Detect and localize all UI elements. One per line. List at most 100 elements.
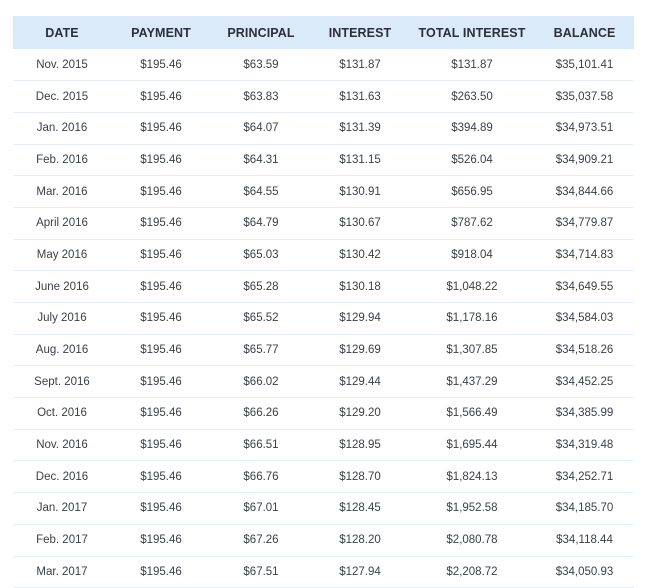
cell-balance: $34,050.93	[555, 565, 614, 578]
cell-interest: $127.94	[339, 565, 381, 578]
table-row: Oct. 2016 $195.46 $66.26 $129.20 $1,566.49 $3…	[13, 398, 634, 430]
cell-total-interest: $1,307.85	[446, 344, 498, 357]
cell-date: Dec. 2015	[35, 90, 89, 103]
table-row: Nov. 2015 $195.46 $63.59 $131.87 $131.87 $35,…	[13, 49, 634, 81]
cell-date: Oct. 2016	[37, 407, 87, 420]
cell-payment: $195.46	[140, 375, 182, 388]
cell-total-interest: $918.04	[451, 248, 493, 261]
cell-interest: $128.70	[339, 470, 381, 483]
cell-date: July 2016	[37, 312, 87, 325]
table-row: Mar. 2016 $195.46 $64.55 $130.91 $656.95 $34,…	[13, 176, 634, 208]
cell-balance: $35,037.58	[555, 90, 614, 103]
table-header: DATE PAYMENT PRINCIPAL INTEREST TOTAL IN…	[13, 16, 634, 49]
cell-payment: $195.46	[140, 534, 182, 547]
cell-interest: $131.63	[339, 90, 381, 103]
cell-payment: $195.46	[140, 344, 182, 357]
header-row: DATE PAYMENT PRINCIPAL INTEREST TOTAL IN…	[13, 16, 634, 49]
cell-principal: $64.55	[243, 185, 279, 198]
cell-payment: $195.46	[140, 122, 182, 135]
cell-payment: $195.46	[140, 217, 182, 230]
table-row: Jan. 2016 $195.46 $64.07 $131.39 $394.89 $34,…	[13, 112, 634, 145]
table-row: Mar. 2017 $195.46 $67.51 $127.94 $2,208.72 $3…	[13, 556, 634, 588]
cell-date: Nov. 2015	[36, 58, 88, 71]
cell-balance: $34,185.70	[555, 502, 614, 515]
cell-payment: $195.46	[140, 439, 182, 452]
cell-total-interest: $787.62	[451, 217, 493, 230]
cell-balance: $35,101.41	[555, 58, 614, 71]
cell-principal: $65.77	[243, 344, 279, 357]
cell-payment: $195.46	[140, 90, 182, 103]
cell-principal: $67.26	[243, 534, 279, 547]
cell-principal: $66.26	[243, 407, 279, 420]
cell-interest: $128.45	[339, 502, 381, 515]
cell-total-interest: $131.87	[451, 58, 493, 71]
cell-payment: $195.46	[140, 312, 182, 325]
table-row: May 2016 $195.46 $65.03 $130.42 $918.04 $34,7…	[13, 239, 634, 271]
cell-principal: $63.59	[243, 58, 279, 71]
table-row: July 2016 $195.46 $65.52 $129.94 $1,178.16 $3…	[13, 303, 634, 335]
cell-date: Feb. 2017	[36, 534, 88, 547]
cell-interest: $130.18	[339, 280, 381, 293]
cell-date: May 2016	[36, 248, 88, 261]
cell-interest: $128.20	[339, 534, 381, 547]
cell-payment: $195.46	[140, 280, 182, 293]
table-row: Dec. 2016 $195.46 $66.76 $128.70 $1,824.13 $3…	[13, 461, 634, 493]
cell-total-interest: $1,952.58	[446, 502, 498, 515]
cell-payment: $195.46	[140, 470, 182, 483]
table-row: Aug. 2016 $195.46 $65.77 $129.69 $1,307.85 $3…	[13, 334, 634, 366]
cell-date: Jan. 2016	[36, 122, 88, 135]
cell-balance: $34,385.99	[555, 407, 614, 420]
cell-total-interest: $1,566.49	[446, 407, 498, 420]
cell-date: Sept. 2016	[34, 375, 90, 388]
cell-interest: $128.95	[339, 439, 381, 452]
cell-principal: $65.28	[243, 280, 279, 293]
cell-total-interest: $1,695.44	[446, 439, 498, 452]
cell-total-interest: $656.95	[451, 185, 493, 198]
table-body: Nov. 2015 $195.46 $63.59 $131.87 $131.87 $35,…	[13, 49, 634, 588]
cell-date: Dec. 2016	[35, 470, 89, 483]
table-row: Dec. 2015 $195.46 $63.83 $131.63 $263.50 $35,…	[13, 81, 634, 113]
cell-balance: $34,118.44	[556, 534, 613, 547]
cell-date: Aug. 2016	[35, 344, 89, 357]
table-row: Feb. 2016 $195.46 $64.31 $131.15 $526.04 $34,…	[13, 144, 634, 176]
cell-principal: $63.83	[243, 90, 279, 103]
cell-total-interest: $2,208.72	[446, 565, 498, 578]
cell-principal: $64.79	[243, 217, 279, 230]
cell-balance: $34,584.03	[555, 312, 614, 325]
cell-interest: $131.39	[339, 122, 381, 135]
cell-payment: $195.46	[140, 58, 182, 71]
cell-interest: $129.20	[339, 407, 381, 420]
cell-interest: $131.87	[339, 58, 381, 71]
cell-balance: $34,973.51	[555, 122, 614, 135]
cell-date: Nov. 2016	[36, 439, 88, 452]
cell-payment: $195.46	[140, 185, 182, 198]
cell-principal: $66.51	[243, 439, 279, 452]
cell-principal: $65.52	[243, 312, 279, 325]
cell-total-interest: $1,048.22	[446, 280, 498, 293]
column-header-payment: PAYMENT	[131, 25, 191, 40]
cell-interest: $129.69	[339, 344, 381, 357]
cell-balance: $34,909.21	[555, 153, 614, 166]
column-header-principal: PRINCIPAL	[227, 25, 295, 40]
cell-balance: $34,319.48	[555, 439, 614, 452]
table-row: Sept. 2016 $195.46 $66.02 $129.44 $1,437.29 $…	[13, 366, 634, 398]
cell-interest: $129.94	[339, 312, 381, 325]
cell-payment: $195.46	[140, 248, 182, 261]
cell-total-interest: $394.89	[451, 122, 493, 135]
cell-total-interest: $1,824.13	[446, 470, 498, 483]
cell-payment: $195.46	[140, 407, 182, 420]
cell-interest: $130.67	[339, 217, 381, 230]
cell-balance: $34,649.55	[555, 280, 614, 293]
table-row: June 2016 $195.46 $65.28 $130.18 $1,048.22 $3…	[13, 271, 634, 303]
cell-interest: $130.91	[339, 185, 381, 198]
cell-balance: $34,252.71	[555, 470, 614, 483]
cell-balance: $34,844.66	[555, 185, 614, 198]
table-row: Jan. 2017 $195.46 $67.01 $128.45 $1,952.58 $3…	[13, 493, 634, 525]
cell-date: Mar. 2017	[36, 565, 88, 578]
column-header-interest: INTEREST	[328, 25, 392, 40]
cell-total-interest: $526.04	[451, 153, 493, 166]
cell-payment: $195.46	[140, 565, 182, 578]
cell-principal: $64.07	[243, 122, 279, 135]
cell-principal: $67.01	[243, 502, 279, 515]
column-header-total-interest: TOTAL INTEREST	[418, 25, 526, 40]
